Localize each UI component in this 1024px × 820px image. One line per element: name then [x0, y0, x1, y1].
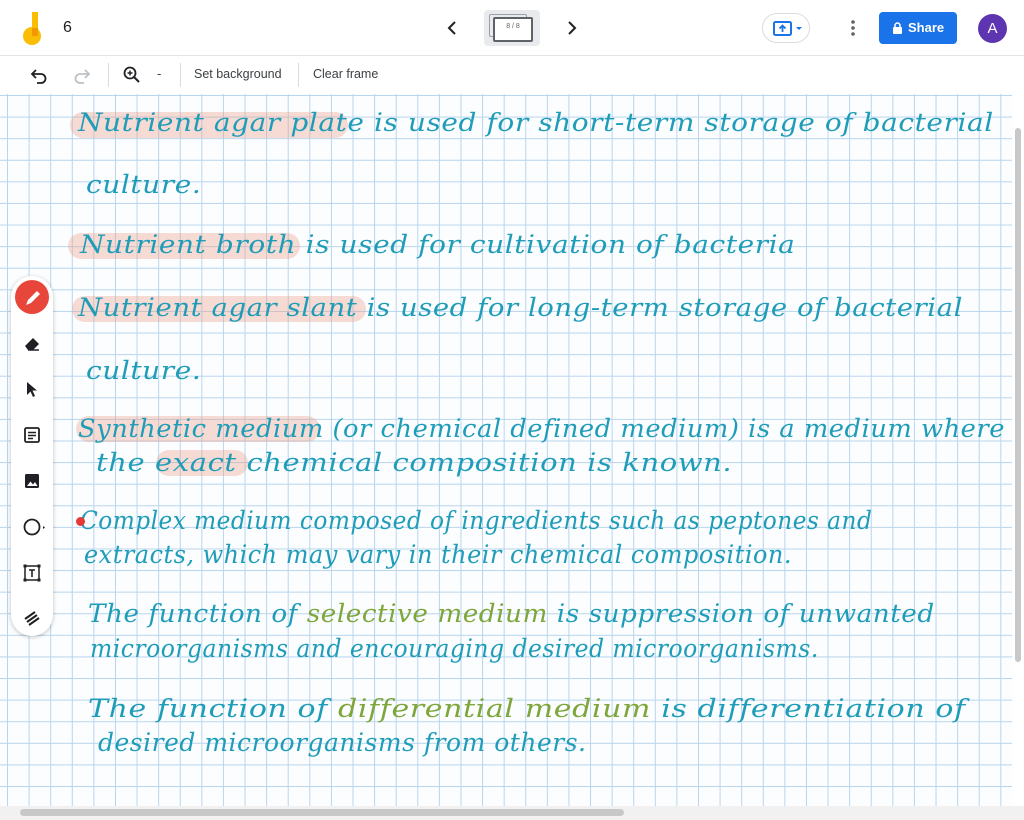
text-run: Nutrient broth: [80, 230, 297, 259]
text-run: desired microorganisms from others.: [98, 728, 587, 757]
cursor-arrow-icon: [27, 382, 37, 397]
present-button[interactable]: [762, 13, 810, 43]
more-vert-icon: [851, 20, 855, 36]
share-button[interactable]: Share: [879, 12, 957, 44]
text-run: Synthetic medium: [78, 414, 324, 443]
share-label: Share: [908, 20, 945, 35]
text-run-green: selective medium: [306, 599, 548, 628]
handwriting-line: Nutrient broth is used for cultivation o…: [80, 230, 795, 259]
eraser-icon: [25, 338, 39, 351]
text-run: is differentiation of: [651, 694, 966, 723]
zoom-in-icon: [123, 66, 140, 83]
frame-thumbnail: 8 / 8: [493, 17, 533, 42]
edit-toolbar: - Set background Clear frame: [0, 57, 1024, 93]
toolbar-divider: [298, 63, 299, 87]
jamboard-logo-icon: [20, 12, 44, 46]
user-avatar[interactable]: A: [978, 14, 1007, 43]
whiteboard-canvas[interactable]: Nutrient agar plate is used for short-te…: [0, 94, 1012, 806]
handwriting-line: desired microorganisms from others.: [98, 728, 586, 757]
set-background-button[interactable]: Set background: [194, 67, 282, 81]
circle-shape-icon: [23, 518, 45, 536]
redo-icon: [74, 69, 91, 84]
frame-counter: 8 / 8: [506, 23, 520, 30]
image-icon: [25, 474, 39, 488]
handwriting-line: Nutrient agar slant is used for long-ter…: [78, 293, 963, 322]
eraser-tool-button[interactable]: [11, 324, 53, 362]
text-run: The function of: [88, 694, 339, 723]
text-run: microorganisms and encouraging desired m…: [90, 634, 819, 663]
text-run: (or chemical defined medium) is a medium…: [323, 414, 1006, 443]
handwriting-line: The function of selective medium is supp…: [88, 599, 935, 628]
text-run: the: [96, 448, 156, 477]
text-run: is suppression of unwanted: [547, 599, 935, 628]
text-run: exact: [155, 448, 237, 477]
sticky-note-tool-button[interactable]: [11, 416, 53, 454]
toolbar-divider: [108, 63, 109, 87]
circle-tool-button[interactable]: [11, 508, 53, 546]
app-header: 6 8 / 8 Share A: [0, 0, 1024, 56]
vertical-scrollbar-thumb[interactable]: [1015, 128, 1021, 662]
chevron-right-icon: [568, 21, 577, 35]
frame-bar-toggle[interactable]: 8 / 8: [484, 10, 540, 46]
text-run: culture.: [86, 356, 202, 385]
undo-icon: [30, 69, 47, 84]
lock-icon: [893, 22, 902, 34]
handwriting-line: extracts, which may vary in their chemic…: [84, 540, 792, 569]
text-run: is used for short-term storage of bacter…: [364, 108, 994, 137]
handwriting-line: culture.: [86, 170, 201, 199]
handwriting-line: Complex medium composed of ingredients s…: [80, 506, 872, 535]
text-run: Nutrient agar slant: [78, 293, 358, 322]
toolbar-divider: [180, 63, 181, 87]
drawing-tools-panel: [11, 276, 53, 636]
present-to-screen-icon: [773, 21, 802, 36]
handwriting-line: microorganisms and encouraging desired m…: [90, 634, 819, 663]
text-run: The function of: [88, 599, 307, 628]
horizontal-scrollbar-thumb[interactable]: [20, 809, 624, 816]
document-title[interactable]: 6: [63, 19, 72, 37]
text-run: extracts, which may vary in their chemic…: [84, 540, 792, 569]
handwriting-line: The function of differential medium is d…: [88, 694, 966, 723]
sticky-note-icon: [24, 427, 40, 443]
laser-pointer-dot: [76, 517, 85, 526]
handwriting-line: Synthetic medium (or chemical defined me…: [78, 414, 1005, 443]
zoom-button[interactable]: [122, 65, 142, 85]
laser-tool-button[interactable]: [11, 598, 53, 636]
more-options-button[interactable]: [844, 18, 862, 38]
undo-button[interactable]: [29, 65, 49, 85]
handwriting-line: the exact chemical composition is known.: [96, 448, 732, 477]
next-frame-button[interactable]: [561, 17, 581, 39]
text-run: culture.: [86, 170, 202, 199]
text-box-icon: [23, 564, 41, 582]
text-box-tool-button[interactable]: [11, 554, 53, 592]
laser-pointer-icon: [24, 611, 40, 626]
clear-frame-button[interactable]: Clear frame: [313, 67, 378, 81]
text-run: is used for long-term storage of bacteri…: [357, 293, 963, 322]
redo-button[interactable]: [72, 65, 92, 85]
pen-tool-button[interactable]: [11, 276, 53, 320]
chevron-left-icon: [447, 21, 456, 35]
text-run: Nutrient agar plate: [78, 108, 365, 137]
image-tool-button[interactable]: [11, 462, 53, 500]
text-run-green: differential medium: [338, 694, 652, 723]
text-run: Complex medium composed of ingredients s…: [80, 506, 873, 535]
previous-frame-button[interactable]: [443, 17, 463, 39]
pen-icon: [26, 291, 40, 305]
handwriting-line: Nutrient agar plate is used for short-te…: [78, 108, 994, 137]
zoom-level[interactable]: -: [157, 66, 161, 81]
text-run: chemical composition is known.: [236, 448, 733, 477]
select-tool-button[interactable]: [11, 370, 53, 408]
handwriting-line: culture.: [86, 356, 201, 385]
text-run: is used for cultivation of bacteria: [296, 230, 796, 259]
